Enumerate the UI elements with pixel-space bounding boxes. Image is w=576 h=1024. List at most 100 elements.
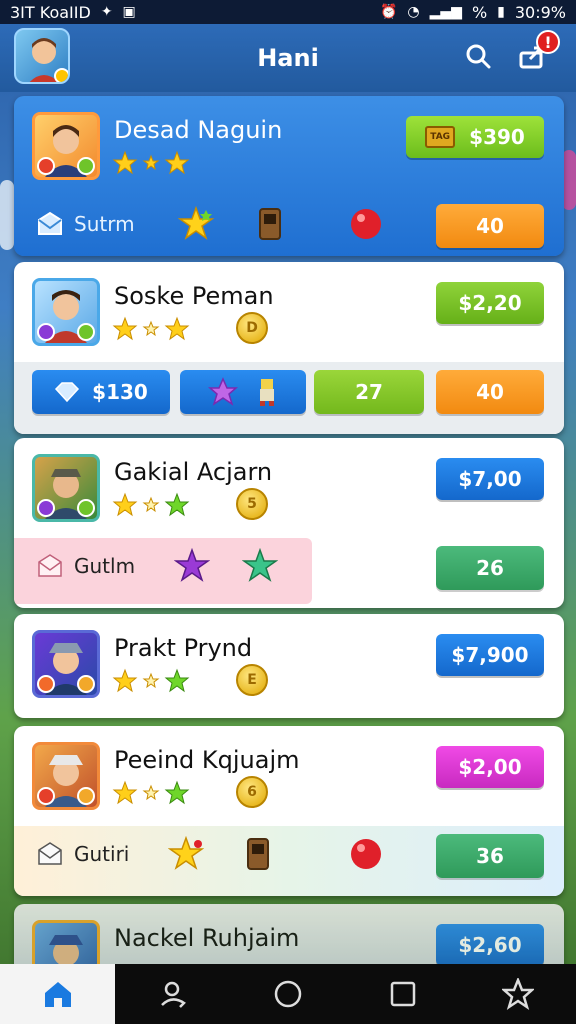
player-badge-right (77, 323, 95, 341)
nav-profile[interactable] (115, 964, 230, 1024)
player-card[interactable]: Soske Peman D $2,20 $130 27 40 (14, 262, 564, 434)
price-value: $2,20 (458, 291, 522, 315)
app-notification-icon: ✦ (100, 4, 113, 20)
price-button[interactable]: $2,20 (436, 282, 544, 324)
status-bar: 3IT KoaIID ✦ ▣ ⏰ ◔ ▂▄▆ % ▮ 30:9% (0, 0, 576, 24)
player-name: Prakt Prynd (114, 634, 253, 662)
reward-count-value: 40 (476, 214, 504, 238)
player-avatar (32, 742, 100, 810)
player-badge-right (77, 157, 95, 175)
price-button[interactable]: TAG $390 (406, 116, 544, 158)
player-card-header: Gakial Acjarn 5 $7,00 (14, 438, 564, 538)
red-ball-icon (351, 839, 381, 869)
player-badge-left (37, 157, 55, 175)
rating-stars (112, 316, 210, 342)
reward-label: Sutrm (74, 212, 135, 236)
reward-count-button[interactable]: 36 (436, 834, 544, 878)
player-card[interactable]: Desad Naguin TAG $390 Sutrm 40 (14, 96, 564, 256)
carrier-text: 3IT KoaIID (10, 2, 91, 22)
star-rating-icon (112, 150, 190, 175)
reward-count-button[interactable]: 26 (436, 546, 544, 590)
home-icon (44, 982, 71, 1007)
player-badge-left (37, 787, 55, 805)
player-card[interactable]: Gakial Acjarn 5 $7,00 Gutlm 26 (14, 438, 564, 608)
price-value: $390 (469, 125, 525, 149)
wifi-icon: ◔ (407, 4, 420, 20)
player-card-header: Prakt Prynd E $7,900 (14, 614, 564, 714)
star-reward-icon (168, 836, 204, 870)
alarm-icon: ⏰ (379, 4, 398, 20)
count-value: 40 (476, 380, 504, 404)
page-title: Hani (257, 44, 319, 72)
reward-count-button[interactable]: 40 (436, 204, 544, 248)
player-name: Gakial Acjarn (114, 458, 273, 486)
nav-home[interactable] (0, 964, 116, 1024)
star-rating-icon (112, 780, 190, 805)
bottom-navigation (0, 964, 576, 1024)
rating-stars (112, 668, 210, 694)
star-rating-icon (112, 668, 190, 693)
circle-icon (274, 980, 302, 1008)
nav-favorites[interactable] (461, 964, 576, 1024)
background-decoration-left (0, 180, 14, 250)
reward-row: Gutlm 26 (14, 538, 564, 608)
count-button-orange[interactable]: 40 (436, 370, 544, 414)
price-button[interactable]: $7,900 (436, 634, 544, 676)
price-button[interactable]: $2,60 (436, 924, 544, 966)
reward-count-value: 36 (476, 844, 504, 868)
gem-price-value: $130 (92, 380, 148, 404)
player-badge-left (37, 499, 55, 517)
star-icon (502, 978, 535, 1010)
coin-icon: E (236, 664, 268, 696)
share-button[interactable]: ! (514, 30, 560, 74)
nav-recents[interactable] (346, 964, 461, 1024)
reward-label: Gutlm (74, 554, 136, 578)
price-value: $7,900 (451, 643, 529, 667)
price-button[interactable]: $7,00 (436, 458, 544, 500)
item-bundle-button[interactable] (180, 370, 306, 414)
player-avatar (32, 630, 100, 698)
photo-icon: ▣ (122, 4, 136, 20)
red-ball-icon (351, 209, 381, 239)
reward-label: Gutiri (74, 842, 130, 866)
profile-avatar-image (29, 38, 68, 82)
square-icon (390, 981, 416, 1007)
star-rating-icon (112, 316, 190, 341)
notification-badge: ! (536, 30, 560, 54)
player-badge-right (77, 787, 95, 805)
gem-icon (55, 382, 80, 403)
player-card-header: Soske Peman D $2,20 (14, 262, 564, 362)
player-card[interactable]: Peeind Kqjuajm 6 $2,00 Gutiri 36 (14, 726, 564, 896)
envelope-icon (38, 211, 62, 235)
star-rating-icon (112, 492, 190, 517)
player-avatar (32, 454, 100, 522)
player-card-header: Peeind Kqjuajm 6 $2,00 (14, 726, 564, 826)
player-name: Soske Peman (114, 282, 274, 310)
ticket-icon: TAG (425, 126, 456, 148)
background-decoration-right (562, 150, 576, 210)
player-card-header: Desad Naguin TAG $390 (14, 96, 564, 196)
price-value: $2,00 (458, 755, 522, 779)
profile-icon (160, 981, 186, 1008)
reward-count-value: 26 (476, 556, 504, 580)
player-badge-right (77, 499, 95, 517)
teal-star-icon (242, 548, 278, 582)
app-header: Hani ! (0, 24, 576, 92)
nav-home-button[interactable] (230, 964, 345, 1024)
count-button-green[interactable]: 27 (314, 370, 424, 414)
profile-avatar[interactable] (14, 28, 70, 84)
price-value: $7,00 (458, 467, 522, 491)
price-button[interactable]: $2,00 (436, 746, 544, 788)
action-row: $130 27 40 (14, 362, 564, 434)
status-time: 30:9% (514, 2, 566, 22)
coin-icon: 6 (236, 776, 268, 808)
star-reward-icon (178, 206, 214, 240)
search-button[interactable] (460, 38, 496, 74)
gem-price-button[interactable]: $130 (32, 370, 170, 414)
player-name: Nackel Ruhjaim (114, 924, 300, 952)
phone-icon (247, 838, 269, 870)
envelope-icon (38, 554, 62, 577)
envelope-icon (38, 842, 62, 865)
player-avatar (32, 278, 100, 346)
player-card[interactable]: Prakt Prynd E $7,900 (14, 614, 564, 718)
